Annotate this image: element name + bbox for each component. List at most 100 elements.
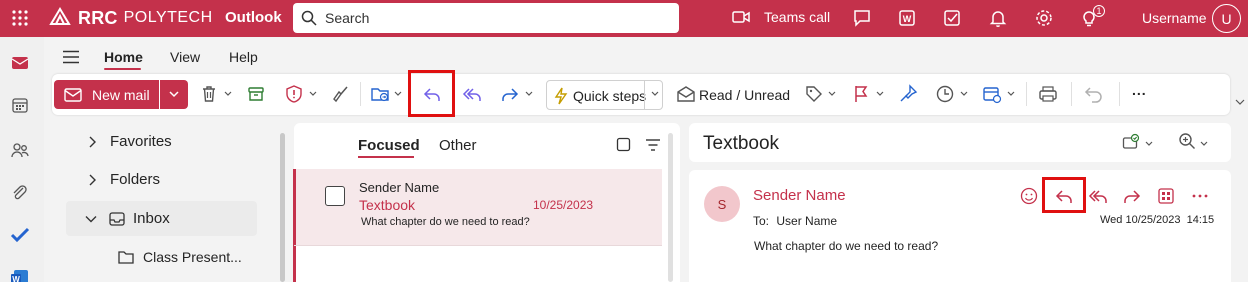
folders-group[interactable]: Folders: [88, 171, 160, 188]
org-logo[interactable]: RRC POLYTECH: [48, 6, 213, 30]
archive-icon[interactable]: [246, 84, 266, 104]
word-app-icon[interactable]: W: [897, 8, 917, 28]
snooze-dropdown-chevron-icon[interactable]: [960, 90, 968, 98]
chat-icon[interactable]: [852, 8, 872, 28]
ribbon-collapse-chevron-icon[interactable]: [1235, 98, 1245, 106]
read-unread-button[interactable]: Read / Unread: [699, 87, 790, 103]
more-options-button[interactable]: ...: [1132, 82, 1147, 98]
search-box[interactable]: [293, 3, 679, 33]
ribbon-divider: [1119, 82, 1120, 106]
pin-icon[interactable]: [898, 84, 918, 104]
inbox-label: Inbox: [133, 210, 170, 227]
rules-icon[interactable]: [982, 84, 1002, 104]
tab-other[interactable]: Other: [439, 137, 477, 154]
app-rail: W: [0, 37, 44, 282]
chevron-down-icon: [85, 215, 97, 222]
inbox-folder[interactable]: Inbox: [85, 210, 170, 227]
open-envelope-icon[interactable]: [676, 84, 696, 104]
tag-dropdown-chevron-icon[interactable]: [828, 90, 836, 98]
calendar-icon[interactable]: [10, 95, 30, 115]
ribbon-divider: [360, 82, 361, 106]
email-actions-icon[interactable]: [1122, 133, 1140, 151]
app-name[interactable]: Outlook: [225, 9, 282, 26]
favorites-group[interactable]: Favorites: [88, 133, 172, 150]
reading-subject: Textbook: [703, 133, 780, 154]
tab-home[interactable]: Home: [104, 49, 143, 65]
reading-more-icon[interactable]: [1190, 186, 1210, 206]
undo-icon[interactable]: [1084, 84, 1104, 104]
report-shield-icon[interactable]: [284, 84, 304, 104]
app-launcher-icon[interactable]: [8, 6, 32, 30]
reading-reply-icon[interactable]: [1054, 186, 1074, 206]
quick-steps-chevron-icon[interactable]: [651, 90, 659, 98]
move-to-folder-icon[interactable]: [370, 84, 390, 104]
tab-view[interactable]: View: [170, 49, 200, 65]
apps-grid-icon[interactable]: [1156, 186, 1176, 206]
forward-icon[interactable]: [500, 84, 520, 104]
filter-icon[interactable]: [645, 138, 661, 152]
reading-forward-icon[interactable]: [1122, 186, 1142, 206]
select-mode-icon[interactable]: [616, 137, 632, 153]
reply-all-icon[interactable]: [462, 84, 482, 104]
rules-dropdown-chevron-icon[interactable]: [1007, 90, 1015, 98]
menu-icon[interactable]: [62, 50, 80, 64]
search-icon: [301, 10, 317, 26]
message-list-scrollbar[interactable]: [668, 133, 673, 282]
word-icon[interactable]: W: [10, 267, 30, 282]
email-actions-chevron-icon[interactable]: [1145, 140, 1153, 148]
flag-dropdown-chevron-icon[interactable]: [876, 90, 884, 98]
message-checkbox[interactable]: [325, 186, 345, 206]
message-preview: What chapter do we need to read?: [361, 216, 530, 228]
forward-dropdown-chevron-icon[interactable]: [525, 90, 533, 98]
people-icon[interactable]: [10, 140, 30, 160]
logo-text: RRC: [78, 7, 118, 28]
delete-icon[interactable]: [199, 84, 219, 104]
reading-reply-all-icon[interactable]: [1088, 186, 1108, 206]
emoji-reaction-icon[interactable]: [1019, 186, 1039, 206]
recipient-name[interactable]: User Name: [776, 214, 837, 228]
reply-icon[interactable]: [422, 84, 442, 104]
teams-call-button[interactable]: Teams call: [732, 9, 830, 25]
subfolder-label: Class Present...: [143, 249, 242, 265]
delete-dropdown-chevron-icon[interactable]: [224, 90, 232, 98]
tab-focused[interactable]: Focused: [358, 137, 420, 154]
zoom-icon[interactable]: [1178, 132, 1196, 150]
flag-icon[interactable]: [851, 84, 871, 104]
nav-scrollbar[interactable]: [280, 133, 285, 282]
reading-sender-name[interactable]: Sender Name: [753, 187, 846, 204]
report-dropdown-chevron-icon[interactable]: [309, 90, 317, 98]
focused-tab-indicator: [358, 156, 414, 158]
ribbon-divider: [1071, 82, 1072, 106]
tab-help[interactable]: Help: [229, 49, 258, 65]
username-label[interactable]: Username: [1142, 10, 1207, 26]
quick-steps-button[interactable]: Quick steps: [546, 80, 663, 110]
subfolder-class-present[interactable]: Class Present...: [118, 249, 242, 265]
tag-icon[interactable]: [804, 84, 824, 104]
ribbon-divider: [1026, 82, 1027, 106]
favorites-label: Favorites: [110, 133, 172, 150]
tasks-icon[interactable]: [942, 8, 962, 28]
print-icon[interactable]: [1038, 84, 1058, 104]
gear-icon[interactable]: [1034, 8, 1054, 28]
bell-icon[interactable]: [988, 8, 1008, 28]
new-mail-dropdown[interactable]: [160, 80, 188, 109]
zoom-chevron-icon[interactable]: [1200, 140, 1208, 148]
active-tab-indicator: [104, 68, 141, 70]
user-avatar[interactable]: U: [1212, 4, 1241, 33]
new-mail-button[interactable]: New mail: [54, 80, 159, 109]
svg-text:W: W: [903, 14, 912, 24]
paperclip-icon[interactable]: [10, 183, 30, 203]
sweep-broom-icon[interactable]: [331, 84, 351, 104]
unread-indicator-bar: [293, 169, 296, 282]
message-row[interactable]: [294, 169, 662, 245]
message-date: 10/25/2023: [533, 198, 594, 212]
envelope-icon: [64, 87, 82, 102]
new-mail-label: New mail: [92, 86, 150, 103]
move-dropdown-chevron-icon[interactable]: [394, 90, 402, 98]
search-input[interactable]: [325, 10, 665, 26]
mail-icon[interactable]: [10, 53, 30, 73]
todo-check-icon[interactable]: [10, 225, 30, 245]
sender-avatar[interactable]: S: [704, 186, 740, 222]
snooze-clock-icon[interactable]: [935, 84, 955, 104]
quick-steps-divider: [644, 81, 645, 109]
